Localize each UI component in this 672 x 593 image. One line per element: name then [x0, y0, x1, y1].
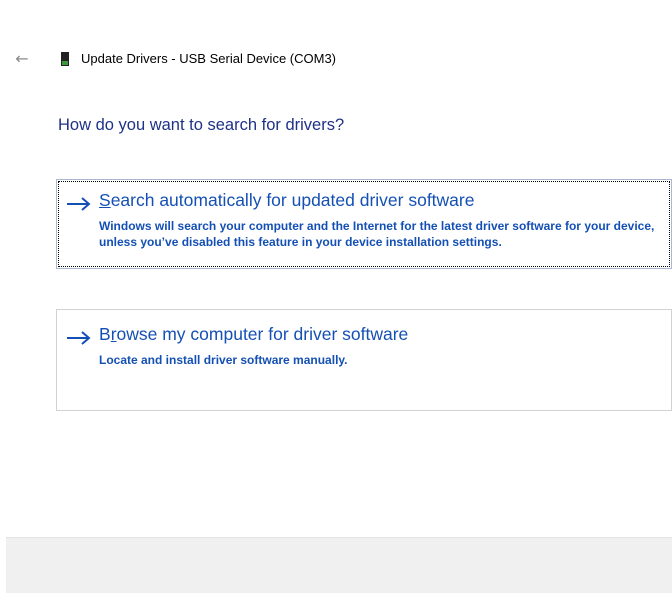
title-bar: ← Update Drivers - USB Serial Device (CO…: [0, 46, 672, 74]
back-arrow-icon[interactable]: ←: [12, 49, 32, 69]
footer-bar: [6, 537, 672, 593]
option-title-rest: earch automatically for updated driver s…: [110, 190, 475, 210]
option-title-rest: owse my computer for driver software: [116, 324, 409, 344]
option-title-pre: B: [99, 324, 111, 344]
option-description: Windows will search your computer and th…: [99, 219, 655, 249]
option-title: Search automatically for updated driver …: [99, 190, 474, 211]
option-title: Browse my computer for driver software: [99, 324, 408, 345]
browse-computer-option[interactable]: Browse my computer for driver software L…: [56, 309, 672, 411]
right-arrow-icon: [67, 197, 91, 211]
search-automatically-option[interactable]: Search automatically for updated driver …: [56, 179, 672, 269]
right-arrow-icon: [67, 331, 91, 345]
usb-device-icon: [61, 52, 69, 66]
page-heading: How do you want to search for drivers?: [58, 116, 345, 134]
update-drivers-window: ← Update Drivers - USB Serial Device (CO…: [0, 0, 672, 593]
window-title: Update Drivers - USB Serial Device (COM3…: [81, 51, 337, 66]
mnemonic-letter: S: [99, 190, 111, 210]
option-description: Locate and install driver software manua…: [99, 353, 348, 367]
